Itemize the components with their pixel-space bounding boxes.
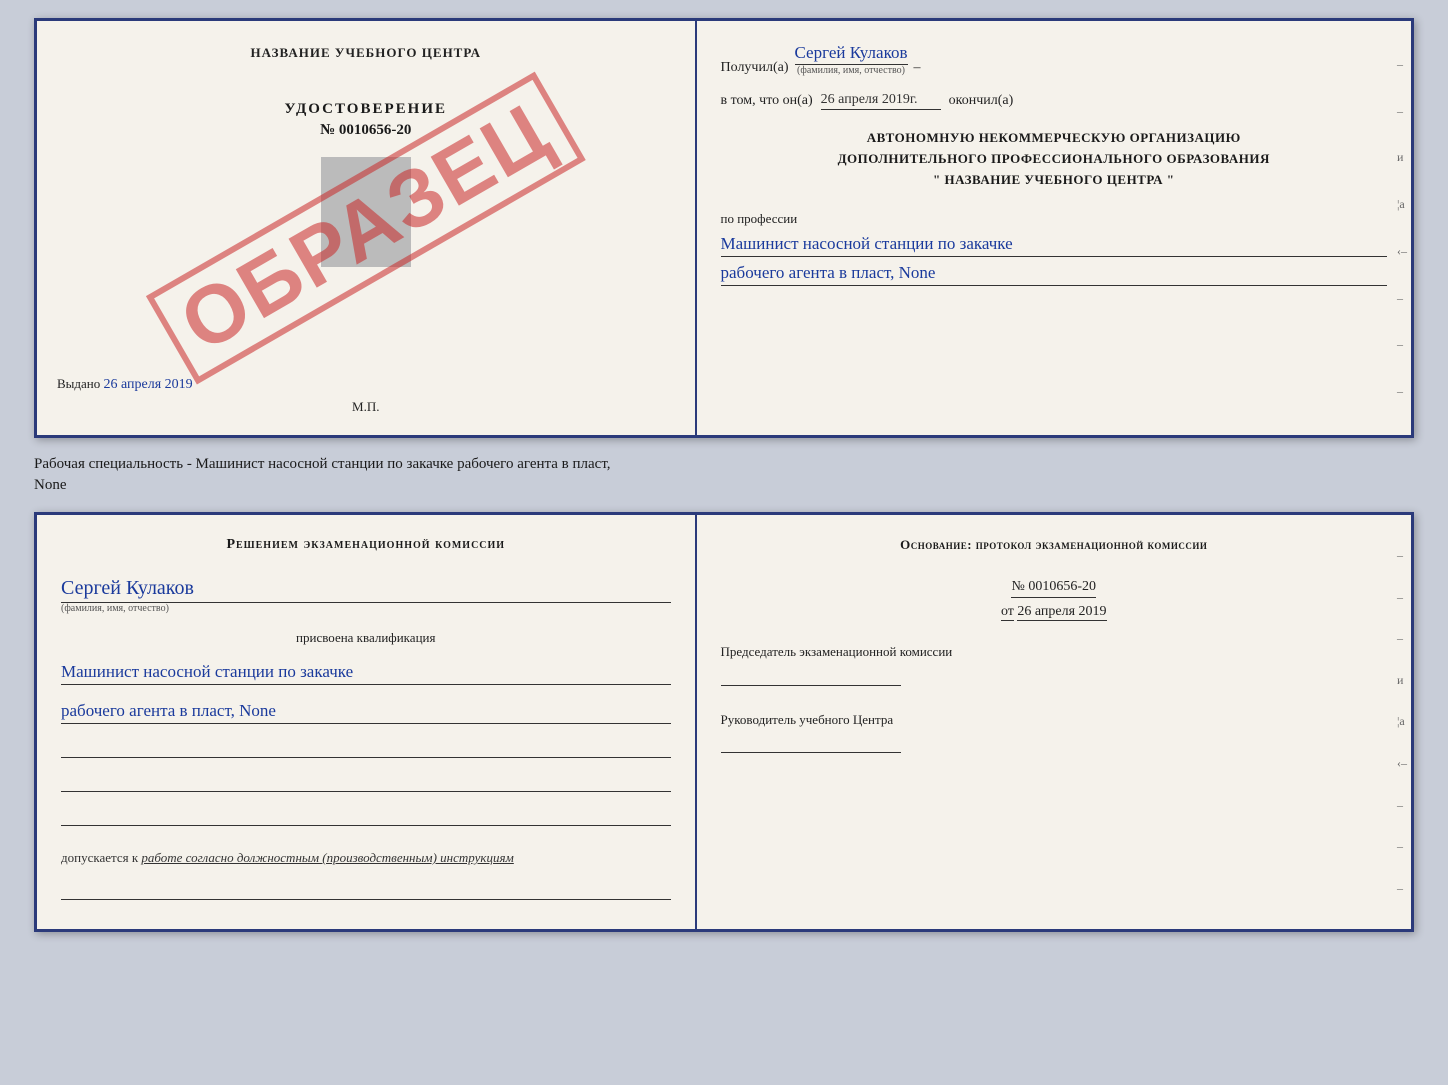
protocol-number: № 0010656-20 bbox=[1011, 579, 1096, 598]
okoncil-label: окончил(а) bbox=[949, 93, 1014, 109]
between-label: Рабочая специальность - Машинист насосно… bbox=[34, 452, 1414, 498]
profession-line2: рабочего агента в пласт, None bbox=[721, 263, 1387, 286]
komissia-name: Сергей Кулаков bbox=[61, 577, 671, 603]
top-doc-right: Получил(a) Сергей Кулаков (фамилия, имя,… bbox=[697, 21, 1411, 435]
rukovoditel-label: Руководитель учебного Центра bbox=[721, 712, 894, 727]
dash-after-name: – bbox=[914, 60, 921, 76]
vtom-label: в том, что он(а) bbox=[721, 93, 813, 109]
prisvoena-label: присвоена квалификация bbox=[61, 630, 671, 646]
ot-date: 26 апреля 2019 bbox=[1017, 604, 1106, 621]
profession-block: по профессии Машинист насосной станции п… bbox=[721, 210, 1387, 286]
org-block: АВТОНОМНУЮ НЕКОММЕРЧЕСКУЮ ОРГАНИЗАЦИЮ ДО… bbox=[721, 128, 1387, 190]
org-line2: ДОПОЛНИТЕЛЬНОГО ПРОФЕССИОНАЛЬНОГО ОБРАЗО… bbox=[721, 149, 1387, 170]
predsedatel-block: Председатель экзаменационной комиссии bbox=[721, 642, 1387, 686]
dopuskaetsya-text: работе согласно должностным (производств… bbox=[141, 850, 513, 865]
udostoverenie-box: УДОСТОВЕРЕНИЕ № 0010656-20 bbox=[285, 101, 448, 267]
blank-line-4 bbox=[61, 882, 671, 900]
vydano-date: 26 апреля 2019 bbox=[104, 377, 193, 392]
po-professii-label: по профессии bbox=[721, 211, 798, 226]
blank-line-1 bbox=[61, 740, 671, 758]
dopuskaetsya-block: допускается к работе согласно должностны… bbox=[61, 850, 671, 866]
between-line1: Рабочая специальность - Машинист насосно… bbox=[34, 454, 1414, 475]
blank-line-3 bbox=[61, 808, 671, 826]
mp-label: М.П. bbox=[352, 399, 379, 415]
fio-sub-bottom: (фамилия, имя, отчество) bbox=[61, 603, 671, 614]
poluchil-name: Сергей Кулаков bbox=[795, 43, 908, 65]
bottom-doc-right: Основание: протокол экзаменационной коми… bbox=[697, 515, 1411, 929]
dopuskaetsya-label: допускается к bbox=[61, 850, 138, 865]
ot-label: от bbox=[1001, 604, 1014, 621]
top-center-title: НАЗВАНИЕ УЧЕБНОГО ЦЕНТРА bbox=[250, 45, 481, 61]
between-line2: None bbox=[34, 475, 1414, 496]
udostoverenie-number: № 0010656-20 bbox=[320, 122, 411, 139]
predsedatel-signature-line bbox=[721, 668, 901, 686]
poluchil-label: Получил(a) bbox=[721, 60, 789, 76]
bottom-profession-line1: Машинист насосной станции по закачке bbox=[61, 662, 671, 685]
udostoverenie-title: УДОСТОВЕРЕНИЕ bbox=[285, 101, 448, 118]
top-doc-left: НАЗВАНИЕ УЧЕБНОГО ЦЕНТРА ОБРАЗЕЦ УДОСТОВ… bbox=[37, 21, 697, 435]
poluchil-line: Получил(a) Сергей Кулаков (фамилия, имя,… bbox=[721, 43, 1387, 76]
right-margin-marks: – – и ¦а ‹– – – – bbox=[1397, 21, 1407, 435]
top-document: НАЗВАНИЕ УЧЕБНОГО ЦЕНТРА ОБРАЗЕЦ УДОСТОВ… bbox=[34, 18, 1414, 438]
bottom-profession-line2: рабочего агента в пласт, None bbox=[61, 701, 671, 724]
predsedatel-label: Председатель экзаменационной комиссии bbox=[721, 644, 953, 659]
vtom-line: в том, что он(а) 26 апреля 2019г. окончи… bbox=[721, 92, 1387, 110]
protocol-date: от 26 апреля 2019 bbox=[1001, 604, 1107, 620]
komissia-title: Решением экзаменационной комиссии bbox=[61, 537, 671, 553]
fio-sub-top: (фамилия, имя, отчество) bbox=[797, 65, 905, 76]
org-line3: " НАЗВАНИЕ УЧЕБНОГО ЦЕНТРА " bbox=[721, 170, 1387, 191]
vydano-label: Выдано bbox=[57, 376, 100, 391]
bottom-doc-left: Решением экзаменационной комиссии Сергей… bbox=[37, 515, 697, 929]
org-line1: АВТОНОМНУЮ НЕКОММЕРЧЕСКУЮ ОРГАНИЗАЦИЮ bbox=[721, 128, 1387, 149]
photo-placeholder bbox=[321, 157, 411, 267]
bottom-document: Решением экзаменационной комиссии Сергей… bbox=[34, 512, 1414, 932]
vtom-date: 26 апреля 2019г. bbox=[821, 92, 941, 110]
rukovoditel-signature-line bbox=[721, 735, 901, 753]
vydano-section: Выдано 26 апреля 2019 bbox=[57, 366, 675, 393]
bottom-right-margin-marks: – – – и ¦а ‹– – – – bbox=[1397, 515, 1407, 929]
profession-line1: Машинист насосной станции по закачке bbox=[721, 234, 1387, 257]
rukovoditel-block: Руководитель учебного Центра bbox=[721, 710, 1387, 754]
blank-line-2 bbox=[61, 774, 671, 792]
osnovanje-title: Основание: протокол экзаменационной коми… bbox=[721, 537, 1387, 553]
